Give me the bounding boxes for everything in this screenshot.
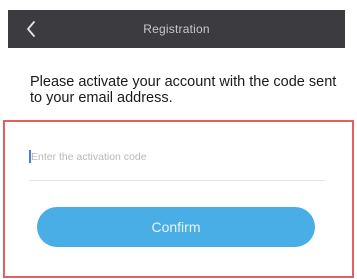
page-title: Registration — [143, 22, 210, 36]
back-button[interactable] — [16, 14, 46, 44]
registration-screen: Registration Please activate your accoun… — [0, 0, 357, 279]
chevron-left-icon — [25, 20, 37, 38]
activation-code-input[interactable] — [29, 144, 325, 170]
activation-form: Confirm — [3, 120, 354, 278]
text-cursor — [29, 150, 31, 163]
confirm-button[interactable]: Confirm — [37, 207, 315, 247]
input-underline — [29, 180, 325, 181]
instructions-text: Please activate your account with the co… — [30, 74, 337, 106]
header-bar: Registration — [8, 10, 345, 48]
